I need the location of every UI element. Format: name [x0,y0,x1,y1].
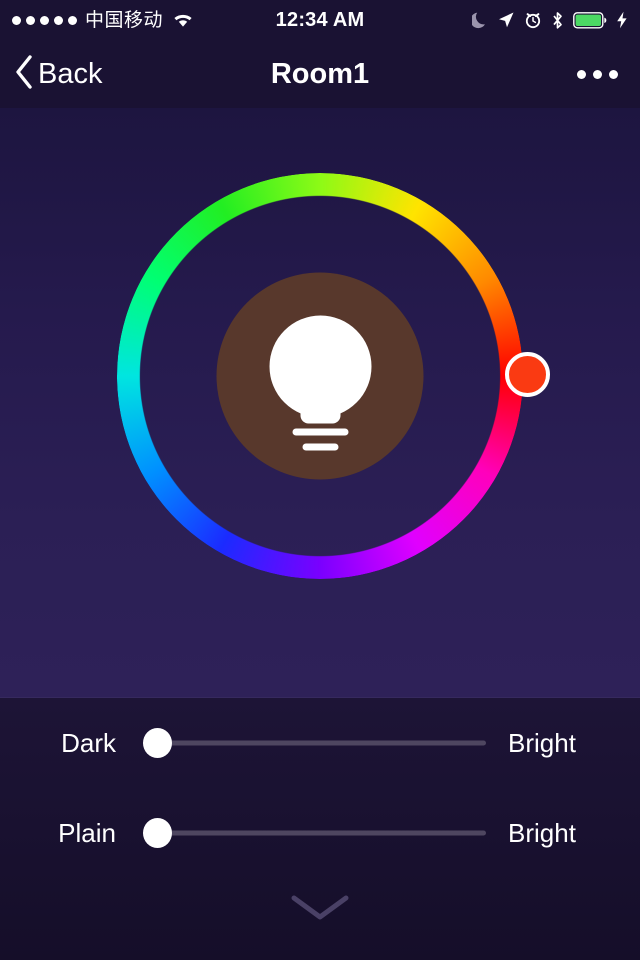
alarm-clock-icon [524,11,542,29]
signal-strength-dots [12,15,77,25]
location-arrow-icon [497,11,515,29]
lightbulb-icon [265,315,375,450]
slider-panel: Dark Bright Plain Bright [0,697,640,960]
signal-dot [12,15,21,25]
status-bar-left: 中国移动 [12,8,276,31]
lightbulb-neck [300,393,340,423]
chevron-down-icon [289,893,351,928]
signal-dot [40,15,49,25]
saturation-slider-min-label: Plain [58,818,116,848]
brightness-slider-max-label: Bright [508,728,576,758]
bulb-preview-disc [216,272,424,480]
carrier-label: 中国移动 [85,8,164,31]
brightness-slider-thumb[interactable] [143,728,172,758]
bluetooth-icon [551,11,564,30]
lightbulb-base-line-1 [292,428,348,435]
brightness-slider[interactable] [143,723,486,763]
more-dot [609,69,618,79]
more-dot [593,69,602,79]
status-bar-center: 12:34 AM [276,10,365,30]
brightness-slider-track[interactable] [157,740,486,746]
wifi-icon [171,11,195,29]
status-bar: 中国移动 12:34 AM [0,0,640,40]
status-bar-time: 12:34 AM [275,9,365,31]
signal-dot [26,15,35,25]
more-dot [577,69,586,79]
battery-full-icon [573,11,607,29]
chevron-left-icon [14,54,34,94]
saturation-slider-thumb[interactable] [143,818,172,848]
signal-dot [68,15,77,25]
back-label: Back [38,57,103,90]
color-wheel[interactable] [117,173,550,579]
nav-bar: Back Room1 [0,40,640,108]
saturation-slider[interactable] [143,813,486,853]
status-bar-right [364,11,628,30]
signal-dot [54,15,63,25]
moon-icon [472,11,488,29]
saturation-slider-row: Plain Bright [0,809,640,857]
saturation-slider-max-label: Bright [508,818,576,848]
brightness-slider-min-label: Dark [61,728,116,758]
more-options-button[interactable] [577,69,640,79]
saturation-slider-track[interactable] [157,830,486,836]
charging-bolt-icon [616,11,628,29]
brightness-slider-row: Dark Bright [0,719,640,767]
lightbulb-base-line-2 [302,443,338,450]
expand-panel-button[interactable] [0,893,640,928]
back-button[interactable]: Back [0,54,577,94]
app-screen: 中国移动 12:34 AM Back Room1 Dark Bright Pla… [0,0,640,960]
color-wheel-area [0,108,640,697]
hue-wheel-thumb[interactable] [505,352,550,397]
